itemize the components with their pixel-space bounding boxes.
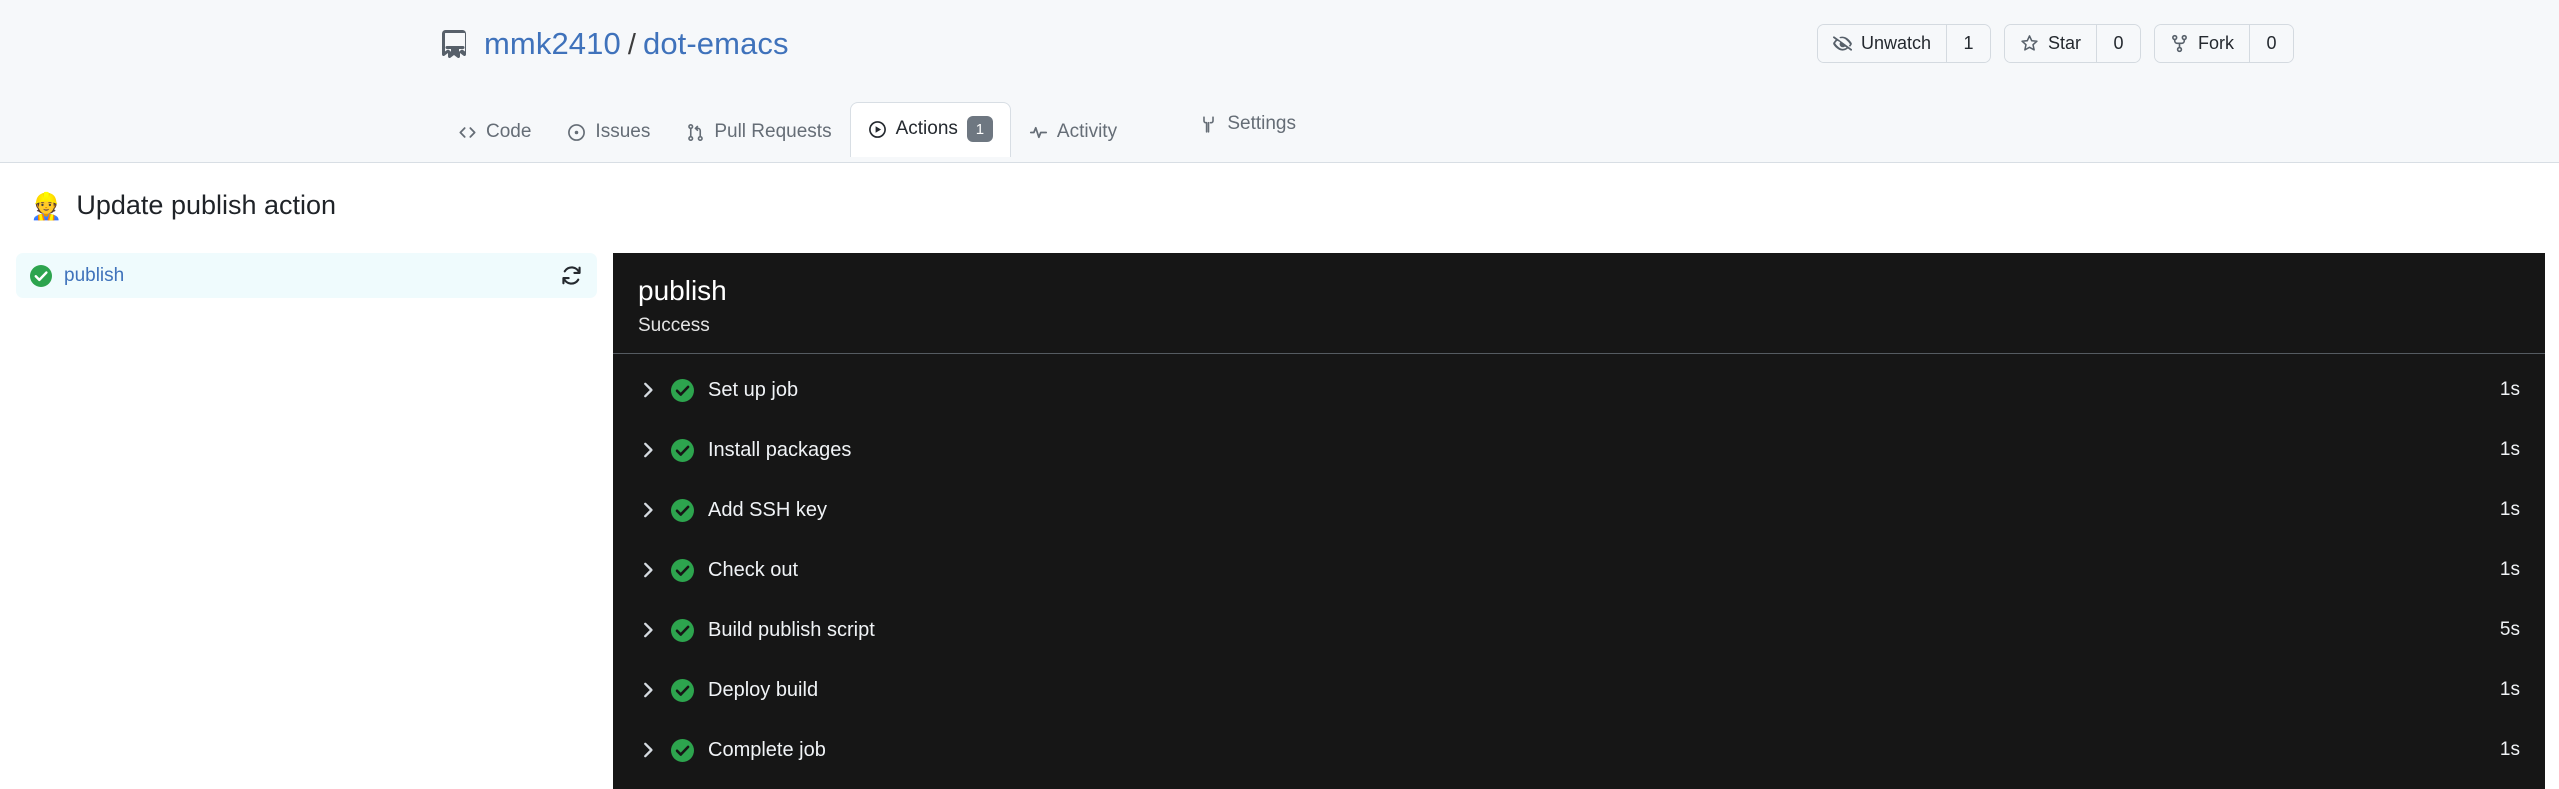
step-name: Check out <box>708 558 799 581</box>
tab-activity[interactable]: Activity <box>1011 109 1135 156</box>
step-duration: 1s <box>2499 679 2520 700</box>
git-pull-request-icon <box>686 123 705 142</box>
pulse-icon <box>1029 123 1048 142</box>
step-row[interactable]: Build publish script 5s <box>613 600 2545 660</box>
star-button[interactable]: Star <box>2004 25 2096 62</box>
step-row[interactable]: Check out 1s <box>613 540 2545 600</box>
page-title: Update publish action <box>76 190 337 220</box>
job-title: publish <box>638 275 727 306</box>
repo-owner-link[interactable]: mmk2410 <box>484 26 621 61</box>
job-log-header: publish Success <box>613 253 2545 354</box>
tab-actions-badge: 1 <box>966 116 993 142</box>
repo-name-link[interactable]: dot-emacs <box>643 26 789 61</box>
chevron-right-icon[interactable] <box>637 379 671 401</box>
repo-breadcrumb: mmk2410 / dot-emacs <box>438 26 789 62</box>
step-row[interactable]: Complete job 1s <box>613 720 2545 780</box>
step-name: Set up job <box>708 378 799 401</box>
tab-code[interactable]: Code <box>440 109 549 156</box>
chevron-right-icon[interactable] <box>637 559 671 581</box>
star-label: Star <box>2047 33 2081 53</box>
repo-nav-tabs: Code Issues Pull Requests Actions 1 Acti… <box>440 102 1135 157</box>
step-duration: 5s <box>2499 619 2520 640</box>
step-name: Deploy build <box>708 678 819 701</box>
fork-count[interactable]: 0 <box>2249 25 2293 62</box>
construction-worker-emoji-icon: 👷 <box>30 190 63 221</box>
tab-issues[interactable]: Issues <box>549 109 668 156</box>
repo-header: mmk2410 / dot-emacs Unwatch 1 Star 0 For… <box>0 0 2559 163</box>
repo-separator: / <box>627 29 636 61</box>
fork-button[interactable]: Fork <box>2155 25 2249 62</box>
tab-actions[interactable]: Actions 1 <box>849 102 1011 157</box>
tab-settings[interactable]: Settings <box>1191 102 1304 146</box>
step-name: Build publish script <box>708 618 875 641</box>
check-circle-icon <box>671 678 694 702</box>
star-icon <box>2020 34 2039 53</box>
step-duration: 1s <box>2499 499 2520 520</box>
eye-closed-icon <box>1832 34 1852 53</box>
step-duration: 1s <box>2499 379 2520 400</box>
fork-label: Fork <box>2198 33 2234 53</box>
job-steps-list: Set up job 1s Install packages 1s Add SS… <box>613 354 2545 780</box>
step-duration: 1s <box>2499 439 2520 460</box>
tools-icon <box>1199 115 1218 134</box>
unwatch-button-group[interactable]: Unwatch 1 <box>1816 24 1991 63</box>
chevron-right-icon[interactable] <box>637 619 671 641</box>
sidebar-item-label: publish <box>64 264 125 286</box>
rerun-icon[interactable] <box>560 264 583 287</box>
jobs-sidebar: publish <box>0 253 613 298</box>
repo-book-icon <box>438 28 470 60</box>
issue-opened-icon <box>567 123 586 142</box>
check-circle-icon <box>671 618 694 642</box>
unwatch-count[interactable]: 1 <box>1945 25 1990 62</box>
job-status: Success <box>638 315 710 336</box>
repo-action-buttons: Unwatch 1 Star 0 Fork 0 <box>1816 24 2294 63</box>
fork-icon <box>2170 34 2189 53</box>
tab-activity-label: Activity <box>1056 121 1118 142</box>
step-row[interactable]: Deploy build 1s <box>613 660 2545 720</box>
fork-button-group[interactable]: Fork 0 <box>2154 24 2294 63</box>
code-icon <box>458 123 477 142</box>
check-circle-icon <box>671 438 694 462</box>
chevron-right-icon[interactable] <box>637 499 671 521</box>
check-circle-icon <box>30 264 52 287</box>
chevron-right-icon[interactable] <box>637 739 671 761</box>
check-circle-icon <box>671 378 694 402</box>
tab-pull-requests[interactable]: Pull Requests <box>668 109 849 156</box>
tab-code-label: Code <box>486 121 532 142</box>
check-circle-icon <box>671 738 694 762</box>
step-row[interactable]: Add SSH key 1s <box>613 480 2545 540</box>
check-circle-icon <box>671 558 694 582</box>
chevron-right-icon[interactable] <box>637 439 671 461</box>
job-log-panel: publish Success Set up job 1s Install pa… <box>613 253 2545 789</box>
tab-pull-requests-label: Pull Requests <box>714 121 832 142</box>
step-name: Install packages <box>708 438 852 461</box>
unwatch-label: Unwatch <box>1860 33 1931 53</box>
step-row[interactable]: Set up job 1s <box>613 360 2545 420</box>
chevron-right-icon[interactable] <box>637 679 671 701</box>
sidebar-item-publish[interactable]: publish <box>16 253 597 298</box>
tab-settings-label: Settings <box>1227 113 1296 134</box>
tab-actions-label: Actions <box>895 118 958 139</box>
workflow-run-title: 👷 Update publish action <box>30 190 336 221</box>
check-circle-icon <box>671 498 694 522</box>
unwatch-button[interactable]: Unwatch <box>1817 25 1946 62</box>
step-name: Add SSH key <box>708 498 827 521</box>
step-duration: 1s <box>2499 739 2520 760</box>
step-name: Complete job <box>708 738 826 761</box>
step-row[interactable]: Install packages 1s <box>613 420 2545 480</box>
play-circle-icon <box>868 120 887 139</box>
star-button-group[interactable]: Star 0 <box>2003 24 2141 63</box>
step-duration: 1s <box>2499 559 2520 580</box>
star-count[interactable]: 0 <box>2096 25 2140 62</box>
tab-issues-label: Issues <box>595 121 651 142</box>
